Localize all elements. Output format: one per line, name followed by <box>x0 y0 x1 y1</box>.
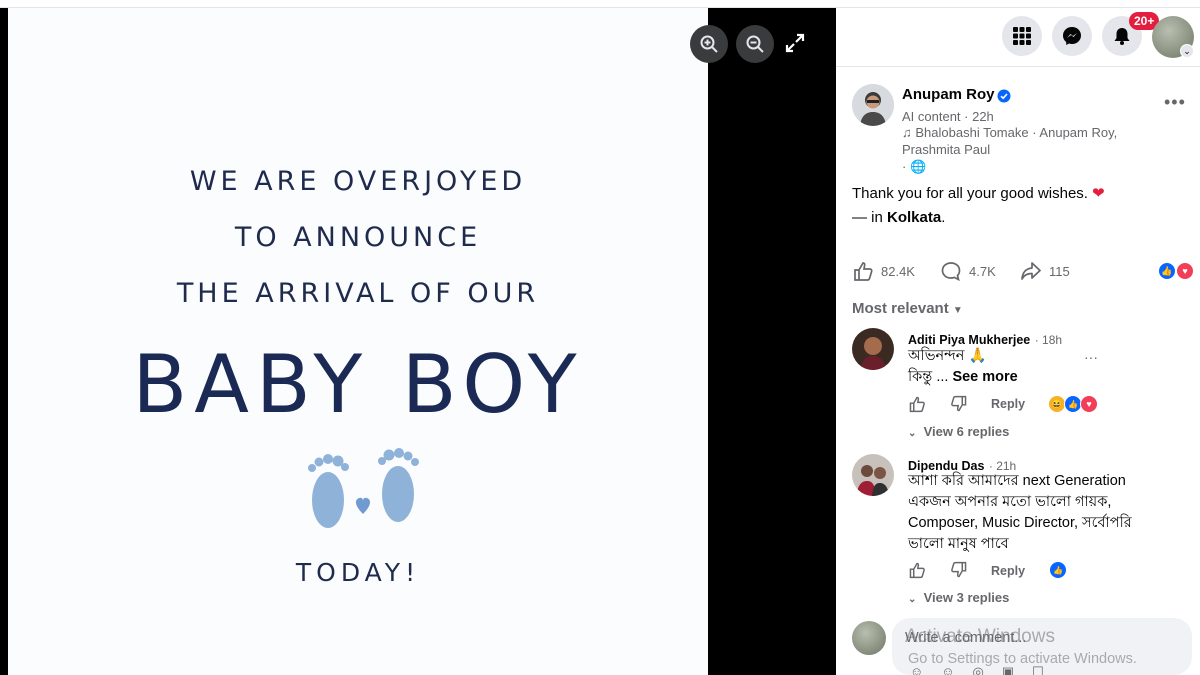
view-replies-link[interactable]: ⌄ View 6 replies <box>908 424 1009 439</box>
comment-text-line-3: Composer, Music Director, সর্বোপরি <box>908 515 1132 531</box>
watermark-title: Activate Windows <box>905 626 1055 647</box>
music-line-2[interactable]: Prashmita Paul <box>902 142 990 157</box>
share-count[interactable]: 115 <box>1049 264 1070 279</box>
announcement-headline: BABY BOY <box>132 338 584 431</box>
zoom-in-button[interactable] <box>690 25 728 63</box>
comment-text-line-2: একজন অপনার মতো ভালো গায়ক, <box>908 494 1112 510</box>
facebook-photo-viewer: WE ARE OVERJOYED TO ANNOUNCE THE ARRIVAL… <box>0 0 1200 675</box>
like-reaction-icon[interactable]: 👍 <box>1049 561 1067 579</box>
comment-dislike-icon[interactable] <box>950 561 968 579</box>
comment-text-2: কিন্তু ... <box>908 369 953 385</box>
left-edge <box>0 8 8 675</box>
verified-badge-icon <box>997 89 1011 103</box>
messenger-icon <box>1063 27 1081 45</box>
sort-label: Most relevant <box>852 300 949 317</box>
comment-like-icon[interactable] <box>908 561 926 579</box>
comment-text-line-2: কিন্তু ... See more <box>908 367 1018 388</box>
view-replies-text: View 3 replies <box>923 590 1010 605</box>
commenter-photo <box>852 454 894 496</box>
commenter-avatar[interactable] <box>852 328 894 370</box>
commenter-name[interactable]: Aditi Piya Mukherjee <box>908 333 1030 347</box>
announcement-line-2: TO ANNOUNCE <box>234 222 482 253</box>
comment-icon[interactable] <box>940 260 962 282</box>
fullscreen-icon[interactable] <box>784 32 806 54</box>
comment-dislike-icon[interactable] <box>950 395 968 413</box>
privacy-dot: · <box>902 159 907 174</box>
music-line-1[interactable]: ♫ Bhalobashi Tomake · Anupam Roy, <box>902 125 1117 140</box>
comment-time[interactable]: · 18h <box>1035 333 1062 347</box>
post-location: — in Kolkata. <box>852 209 945 226</box>
baby-footprints-heart-icon <box>308 448 419 528</box>
caret-down-icon: ▼ <box>952 305 963 316</box>
location-prefix: — in <box>852 209 888 226</box>
menu-grid-icon <box>1013 27 1031 45</box>
bell-icon <box>1114 28 1130 45</box>
sort-dropdown[interactable]: Most relevant ▼ <box>852 300 963 317</box>
author-name[interactable]: Anupam Roy <box>902 86 995 103</box>
red-heart-icon: ❤ <box>1092 185 1105 202</box>
announcement-line-1: WE ARE OVERJOYED <box>189 166 527 197</box>
love-reaction-icon[interactable]: ♥ <box>1080 395 1098 413</box>
messenger-button[interactable] <box>1052 16 1092 56</box>
announcement-line-4: TODAY! <box>295 558 421 587</box>
reply-button[interactable]: Reply <box>991 564 1025 578</box>
location-link[interactable]: Kolkata <box>887 209 941 226</box>
like-count[interactable]: 82.4K <box>881 264 915 279</box>
header-divider <box>836 66 1200 67</box>
love-reaction-icon[interactable]: ♥ <box>1176 262 1194 280</box>
post-meta: AI content · 22h <box>902 109 994 124</box>
comment-like-icon[interactable] <box>908 395 926 413</box>
comment-text-line-1: আশা করি আমাদের next Generation <box>908 473 1126 489</box>
comment-text-line-1: অভিনন্দন 🙏 <box>908 348 987 364</box>
see-more-link[interactable]: See more <box>952 369 1017 385</box>
top-border <box>0 0 1200 8</box>
music-note-icon: ♫ <box>902 125 916 140</box>
announcement-photo[interactable]: WE ARE OVERJOYED TO ANNOUNCE THE ARRIVAL… <box>8 8 708 675</box>
chevron-down-icon: ⌄ <box>908 428 917 439</box>
caption-text: Thank you for all your good wishes. <box>852 185 1088 202</box>
chevron-down-icon: ⌄ <box>908 594 917 605</box>
globe-icon: 🌐 <box>909 159 927 174</box>
location-suffix: . <box>941 209 946 226</box>
announcement-line-3: THE ARRIVAL OF OUR <box>176 278 540 309</box>
author-photo <box>852 84 894 126</box>
commenter-photo <box>852 328 894 370</box>
privacy-row: · 🌐 <box>902 159 926 175</box>
author-avatar[interactable] <box>852 84 894 126</box>
share-icon[interactable] <box>1020 260 1042 282</box>
comment-text-line-4: ভালো মানুষ পাবে <box>908 536 1009 552</box>
reply-button[interactable]: Reply <box>991 397 1025 411</box>
comment-options-icon[interactable]: ··· <box>1084 349 1098 365</box>
more-options-icon[interactable]: ••• <box>1164 92 1186 113</box>
composer-avatar[interactable] <box>852 621 886 655</box>
watermark-subtitle: Go to Settings to activate Windows. <box>908 651 1137 667</box>
post-caption: Thank you for all your good wishes. ❤ <box>852 184 1105 202</box>
menu-button[interactable] <box>1002 16 1042 56</box>
comment-count[interactable]: 4.7K <box>969 264 996 279</box>
zoom-in-icon <box>700 35 718 53</box>
like-reaction-icon[interactable]: 👍 <box>1158 262 1176 280</box>
commenter-avatar[interactable] <box>852 454 894 496</box>
viewer-stage <box>708 8 836 675</box>
view-replies-text: View 6 replies <box>923 424 1010 439</box>
like-icon[interactable] <box>852 260 874 282</box>
zoom-out-button[interactable] <box>736 25 774 63</box>
account-chevron-icon[interactable]: ⌄ <box>1180 44 1194 58</box>
music-text-1: Bhalobashi Tomake · Anupam Roy, <box>915 125 1118 140</box>
zoom-out-icon <box>746 35 764 53</box>
view-replies-link[interactable]: ⌄ View 3 replies <box>908 590 1009 605</box>
